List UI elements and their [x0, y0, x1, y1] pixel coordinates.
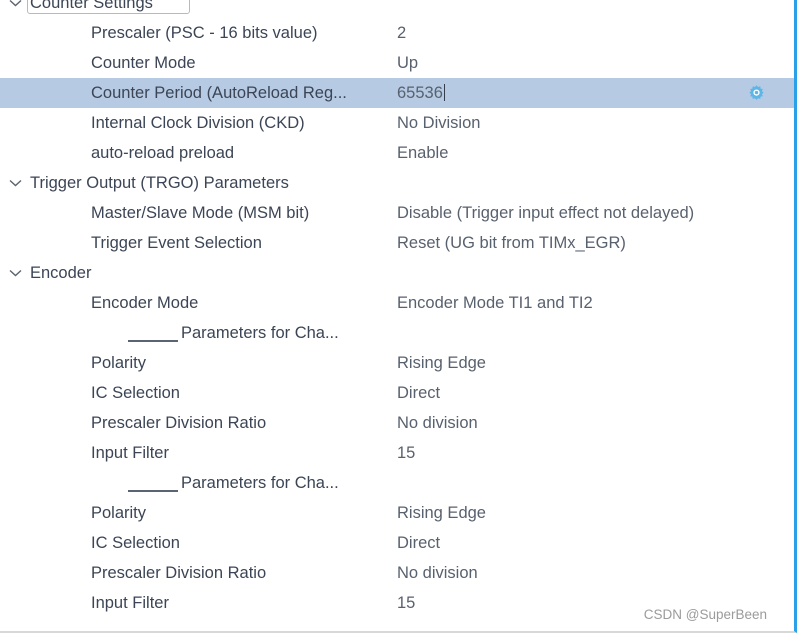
row-value[interactable]: 15	[397, 438, 415, 468]
group-header-trigger-output[interactable]: Trigger Output (TRGO) Parameters	[0, 168, 794, 198]
gear-icon[interactable]	[747, 84, 766, 103]
row-label: Prescaler Division Ratio	[91, 414, 267, 432]
table-row[interactable]: Encoder Mode Encoder Mode TI1 and TI2	[0, 288, 794, 318]
parameter-tree[interactable]: Counter Settings Prescaler (PSC - 16 bit…	[0, 0, 794, 618]
table-row[interactable]: IC Selection Direct	[0, 528, 794, 558]
counter-period-input[interactable]: 65536	[397, 78, 445, 108]
group-header-label: Encoder	[30, 264, 92, 282]
focus-ring	[27, 0, 190, 14]
row-label: Input Filter	[91, 594, 169, 612]
row-label: Counter Period (AutoReload Reg...	[91, 84, 347, 102]
row-value[interactable]: Reset (UG bit from TIMx_EGR)	[397, 228, 626, 258]
subsection-header-channel-2: Parameters for Cha...	[0, 468, 794, 498]
subsection-header-channel-1: Parameters for Cha...	[0, 318, 794, 348]
table-row[interactable]: Internal Clock Division (CKD) No Divisio…	[0, 108, 794, 138]
subsection-rule	[128, 340, 178, 342]
timer-configuration-panel: Counter Settings Prescaler (PSC - 16 bit…	[0, 0, 797, 633]
table-row[interactable]: IC Selection Direct	[0, 378, 794, 408]
row-label: Counter Mode	[91, 54, 196, 72]
row-value[interactable]: No division	[397, 558, 478, 588]
row-label: Polarity	[91, 504, 147, 522]
row-label: IC Selection	[91, 534, 180, 552]
row-value[interactable]: Enable	[397, 138, 448, 168]
subsection-label: Parameters for Cha...	[181, 324, 339, 342]
table-row[interactable]: Polarity Rising Edge	[0, 498, 794, 528]
subsection-rule	[128, 490, 178, 492]
group-header-encoder[interactable]: Encoder	[0, 258, 794, 288]
row-value[interactable]: Up	[397, 48, 418, 78]
row-label: Encoder Mode	[91, 294, 199, 312]
table-row[interactable]: Polarity Rising Edge	[0, 348, 794, 378]
group-header-counter-settings[interactable]: Counter Settings	[0, 0, 794, 18]
table-row[interactable]: Prescaler Division Ratio No division	[0, 408, 794, 438]
row-value[interactable]: 15	[397, 588, 415, 618]
row-value[interactable]: No division	[397, 408, 478, 438]
counter-period-value: 65536	[397, 84, 443, 102]
row-label: Internal Clock Division (CKD)	[91, 114, 305, 132]
chevron-down-icon[interactable]	[6, 258, 24, 288]
row-label: Polarity	[91, 354, 147, 372]
text-caret	[443, 84, 445, 101]
row-label: Trigger Event Selection	[91, 234, 262, 252]
row-value[interactable]: Disable (Trigger input effect not delaye…	[397, 198, 694, 228]
row-value[interactable]: Rising Edge	[397, 498, 486, 528]
row-value[interactable]: 2	[397, 18, 406, 48]
table-row[interactable]: Prescaler Division Ratio No division	[0, 558, 794, 588]
row-label: Prescaler Division Ratio	[91, 564, 267, 582]
watermark: CSDN @SuperBeen	[643, 607, 767, 622]
subsection-label: Parameters for Cha...	[181, 474, 339, 492]
row-value[interactable]: No Division	[397, 108, 480, 138]
row-value[interactable]: Rising Edge	[397, 348, 486, 378]
group-header-label: Trigger Output (TRGO) Parameters	[30, 174, 289, 192]
table-row[interactable]: Prescaler (PSC - 16 bits value) 2	[0, 18, 794, 48]
table-row-selected[interactable]: Counter Period (AutoReload Reg... 65536	[0, 78, 794, 108]
row-label: Master/Slave Mode (MSM bit)	[91, 204, 310, 222]
table-row[interactable]: Master/Slave Mode (MSM bit) Disable (Tri…	[0, 198, 794, 228]
row-value[interactable]: Direct	[397, 378, 440, 408]
row-label: Input Filter	[91, 444, 169, 462]
row-label: auto-reload preload	[91, 144, 235, 162]
row-label: Prescaler (PSC - 16 bits value)	[91, 24, 318, 42]
table-row[interactable]: Trigger Event Selection Reset (UG bit fr…	[0, 228, 794, 258]
row-value[interactable]: Encoder Mode TI1 and TI2	[397, 288, 593, 318]
row-value[interactable]: Direct	[397, 528, 440, 558]
table-row[interactable]: Input Filter 15	[0, 438, 794, 468]
table-row[interactable]: auto-reload preload Enable	[0, 138, 794, 168]
row-label: IC Selection	[91, 384, 180, 402]
table-row[interactable]: Counter Mode Up	[0, 48, 794, 78]
chevron-down-icon[interactable]	[6, 168, 24, 198]
chevron-down-icon[interactable]	[6, 0, 24, 18]
